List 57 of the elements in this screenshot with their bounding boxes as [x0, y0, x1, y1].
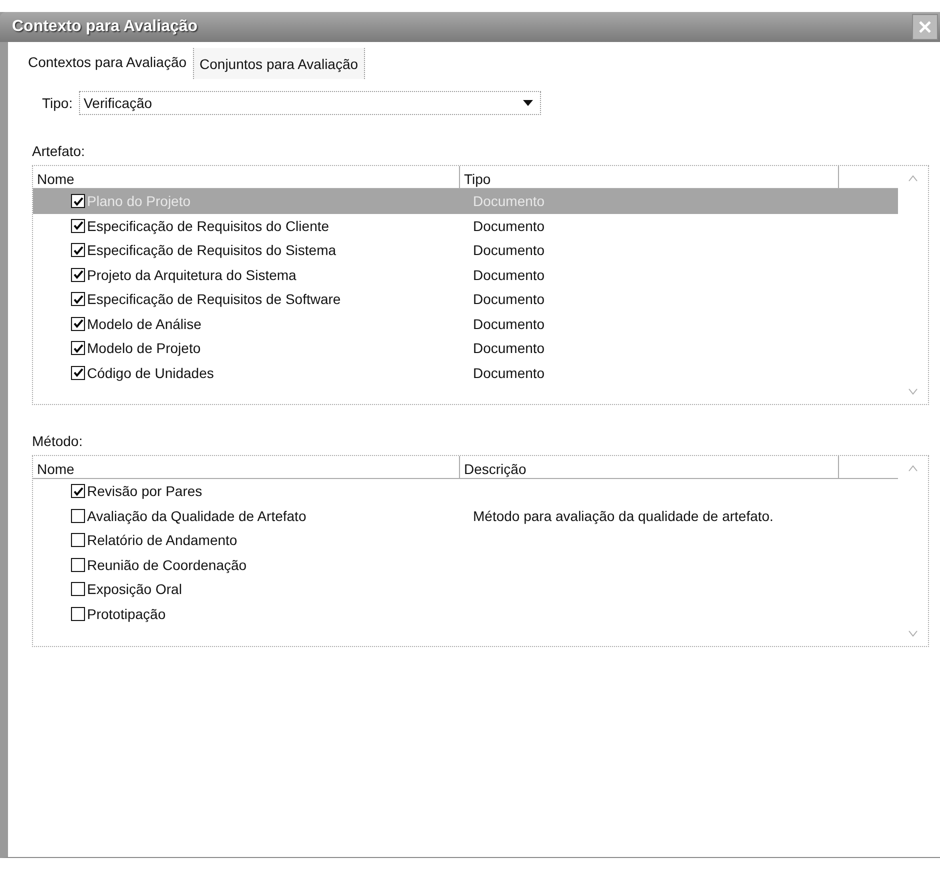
- list-row[interactable]: Modelo de Projeto Documento: [33, 336, 898, 360]
- tipo-dropdown[interactable]: Verificação: [78, 91, 541, 115]
- item-type: Documento: [473, 340, 545, 356]
- checkbox[interactable]: [71, 316, 85, 331]
- item-description: Método para avaliação da qualidade de artefato.: [473, 508, 774, 524]
- checkbox[interactable]: [71, 508, 85, 523]
- item-type: Documento: [473, 218, 545, 234]
- item-name: Plano do Projeto: [87, 193, 192, 210]
- checkbox[interactable]: [71, 533, 85, 548]
- checkbox[interactable]: [71, 366, 85, 380]
- checkbox[interactable]: [71, 194, 85, 208]
- close-button[interactable]: [912, 14, 938, 40]
- tipo-label: Tipo:: [42, 95, 73, 111]
- checkbox[interactable]: [71, 484, 85, 498]
- item-type: Documento: [473, 266, 545, 283]
- checkbox[interactable]: [71, 582, 85, 596]
- section-label: Método:: [32, 433, 83, 449]
- list-row[interactable]: Especificação de Requisitos do Sistema Documento: [33, 238, 898, 262]
- section-label: Artefato:: [32, 143, 85, 159]
- item-type: Documento: [473, 193, 545, 210]
- item-type: Documento: [473, 364, 545, 381]
- checkbox[interactable]: [71, 341, 85, 356]
- item-name: Modelo de Análise: [87, 316, 202, 332]
- checkbox[interactable]: [71, 268, 85, 282]
- dropdown-arrow-icon: [522, 99, 534, 107]
- list-row[interactable]: Modelo de Análise Documento: [33, 312, 898, 336]
- item-type: Documento: [473, 316, 545, 332]
- item-name: Código de Unidades: [87, 364, 215, 381]
- list-row[interactable]: Código de Unidades Documento: [33, 360, 898, 385]
- item-name: Projeto da Arquitetura do Sistema: [87, 266, 298, 283]
- checkbox[interactable]: [71, 558, 85, 572]
- list-row[interactable]: Especificação de Requisitos de Software Documento: [33, 287, 898, 312]
- list-row[interactable]: Especificação de Requisitos do Cliente Documento: [33, 214, 898, 238]
- close-icon: [918, 20, 932, 34]
- column-header[interactable]: Nome: [33, 456, 460, 478]
- list-row[interactable]: Projeto da Arquitetura do Sistema Documento: [33, 262, 898, 287]
- item-name: Especificação de Requisitos de Software: [87, 291, 342, 308]
- checkbox[interactable]: [71, 606, 85, 621]
- item-name: Modelo de Projeto: [87, 340, 202, 356]
- item-name: Especificação de Requisitos do Sistema: [87, 242, 338, 258]
- checkbox[interactable]: [71, 243, 85, 258]
- column-header[interactable]: Tipo: [460, 166, 839, 188]
- checkbox[interactable]: [71, 292, 85, 306]
- column-header[interactable]: Nome: [33, 166, 460, 188]
- item-name: Relatório de Andamento: [87, 532, 238, 548]
- tab[interactable]: Conjuntos para Avaliação: [192, 48, 366, 79]
- item-name: Reunião de Coordenação: [87, 556, 248, 573]
- item-type: Documento: [473, 242, 545, 258]
- item-name: Revisão por Pares: [87, 483, 204, 500]
- checkbox[interactable]: [71, 218, 85, 233]
- item-name: Especificação de Requisitos do Cliente: [87, 218, 330, 234]
- item-type: Documento: [473, 291, 545, 308]
- window-title: Contexto para Avaliação: [12, 18, 198, 36]
- item-name: Prototipação: [87, 606, 167, 622]
- item-name: Avaliação da Qualidade de Artefato: [87, 508, 308, 524]
- column-header[interactable]: Descrição: [460, 456, 839, 478]
- item-name: Exposição Oral: [87, 581, 183, 598]
